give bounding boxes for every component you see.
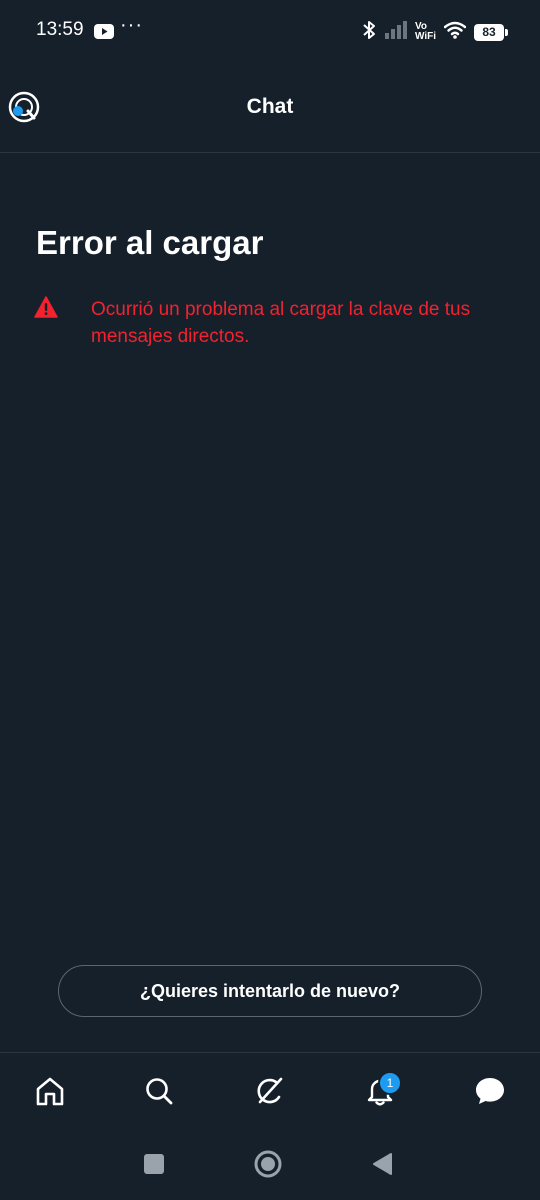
nav-grok[interactable]	[250, 1073, 290, 1113]
status-right-group: Vo WiFi 83	[361, 18, 508, 46]
back-triangle-icon	[371, 1152, 393, 1181]
page-title: Chat	[246, 95, 294, 118]
nav-home[interactable]	[30, 1073, 70, 1113]
home-system-button[interactable]	[252, 1150, 284, 1182]
notification-badge: 1	[378, 1071, 402, 1095]
nav-messages[interactable]	[470, 1073, 510, 1113]
warning-icon	[34, 296, 58, 318]
messages-icon	[474, 1075, 506, 1112]
recents-button[interactable]	[138, 1150, 170, 1182]
status-bar: 13:59 ··· Vo WiFi 83	[0, 0, 540, 64]
status-more-dots: ···	[120, 14, 143, 36]
bottom-nav: 1	[0, 1052, 540, 1133]
circle-icon	[253, 1149, 283, 1184]
vowifi-indicator: Vo WiFi	[415, 22, 436, 42]
bluetooth-icon	[361, 20, 377, 45]
back-button[interactable]	[366, 1150, 398, 1182]
battery-indicator: 83	[474, 23, 508, 41]
nav-notifications[interactable]: 1	[360, 1071, 402, 1113]
chat-header: Chat	[0, 64, 540, 153]
grok-icon	[254, 1075, 286, 1112]
nav-search[interactable]	[139, 1073, 179, 1113]
status-time: 13:59	[36, 19, 84, 40]
youtube-icon	[94, 24, 114, 44]
home-icon	[34, 1075, 66, 1112]
square-icon	[143, 1153, 165, 1180]
search-icon	[143, 1075, 175, 1112]
vowifi-bottom: WiFi	[414, 31, 436, 42]
signal-icon	[384, 20, 407, 44]
retry-button[interactable]: ¿Quieres intentarlo de nuevo?	[58, 965, 482, 1017]
error-message: Ocurrió un problema al cargar la clave d…	[91, 299, 471, 347]
wifi-icon	[443, 21, 467, 44]
error-title: Error al cargar	[36, 224, 264, 261]
system-nav	[0, 1132, 540, 1200]
